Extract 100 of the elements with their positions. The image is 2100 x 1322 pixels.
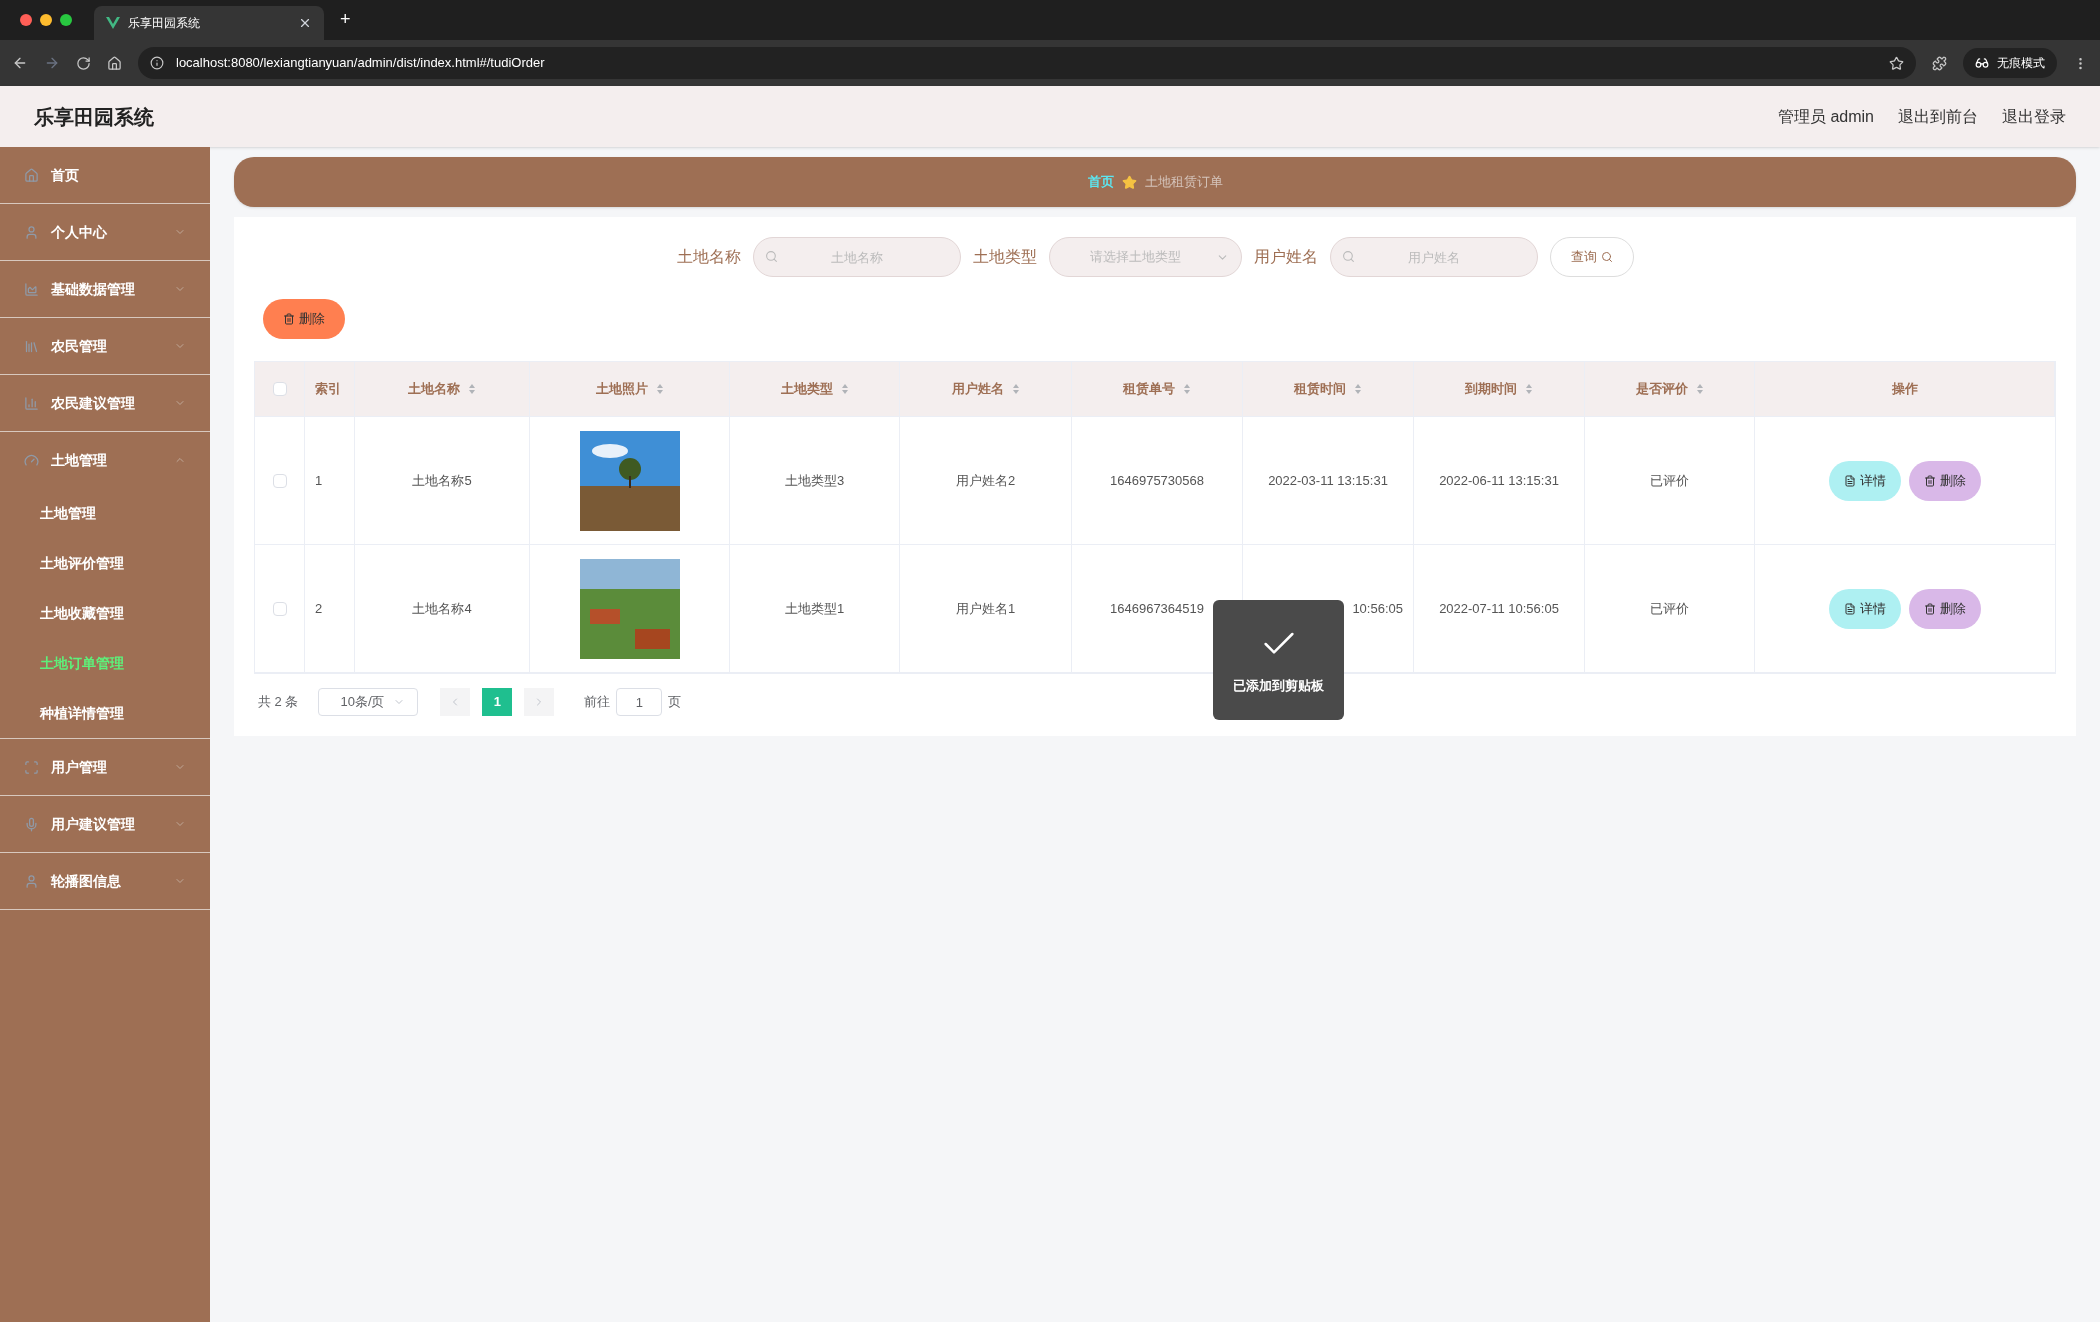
sidebar-item[interactable]: 土地管理 xyxy=(0,432,210,488)
sidebar-subitem[interactable]: 土地评价管理 xyxy=(0,538,210,588)
details-button[interactable]: 详情 xyxy=(1829,588,1901,629)
search-icon xyxy=(764,250,778,263)
trash-icon xyxy=(1924,602,1936,615)
trash-icon xyxy=(1924,474,1936,487)
sidebar-subitem[interactable]: 土地管理 xyxy=(0,488,210,538)
table-cell-text: 用户姓名1 xyxy=(955,599,1016,618)
table-cell-text: 土地名称4 xyxy=(412,599,472,618)
row-delete-button[interactable]: 删除 xyxy=(1909,588,1981,629)
field-label: 土地名称 xyxy=(676,247,741,267)
sidebar-item[interactable]: 个人中心 xyxy=(0,204,210,260)
sort-icon[interactable] xyxy=(1695,383,1704,395)
sidebar-item-icon xyxy=(24,281,39,297)
sidebar-item[interactable]: 基础数据管理 xyxy=(0,261,210,317)
home-icon[interactable] xyxy=(107,55,122,71)
table-cell-text: 1 xyxy=(315,471,323,490)
next-page-button[interactable] xyxy=(524,688,555,716)
table-cell-text: 2022-07-11 10:56:05 xyxy=(1439,599,1559,618)
header-link[interactable]: 退出登录 xyxy=(2002,104,2066,129)
sidebar-item-icon xyxy=(24,452,39,468)
tab-title: 乐享田园系统 xyxy=(128,15,201,32)
address-bar[interactable]: localhost:8080/lexiangtianyuan/admin/dist/index.html#/tudiOrder xyxy=(138,47,1916,79)
sidebar-item-icon xyxy=(24,816,39,832)
sidebar-item-icon xyxy=(24,873,39,889)
incognito-icon xyxy=(1975,56,1989,70)
column-header[interactable]: 土地照片 xyxy=(595,379,664,399)
column-header[interactable]: 租赁时间 xyxy=(1294,379,1362,399)
sidebar-item[interactable]: 农民建议管理 xyxy=(0,375,210,431)
sort-icon[interactable] xyxy=(1525,383,1533,395)
sort-icon[interactable] xyxy=(1183,383,1191,395)
bookmark-icon[interactable] xyxy=(1889,55,1904,71)
sort-icon[interactable] xyxy=(1011,383,1020,395)
incognito-badge[interactable]: 无痕模式 xyxy=(1963,48,2057,78)
query-button[interactable]: 查询 xyxy=(1549,237,1634,277)
row-checkbox[interactable] xyxy=(272,473,287,488)
sort-icon[interactable] xyxy=(840,383,849,395)
back-icon[interactable] xyxy=(12,55,28,71)
field-label: 土地类型 xyxy=(972,247,1037,267)
sort-icon[interactable] xyxy=(655,383,664,395)
delete-button[interactable]: 删除 xyxy=(263,299,345,339)
extension-icon[interactable] xyxy=(1932,55,1947,71)
prev-page-button[interactable] xyxy=(440,688,471,716)
sidebar-item[interactable]: 用户管理 xyxy=(0,739,210,795)
row-delete-button[interactable]: 删除 xyxy=(1909,460,1981,501)
header-link[interactable]: 管理员 admin xyxy=(1777,104,1874,129)
table-cell-text: 10:56:05 xyxy=(1352,599,1403,618)
column-header[interactable]: 到期时间 xyxy=(1465,379,1533,399)
goto-label: 前往 xyxy=(584,693,611,712)
field-label: 用户姓名 xyxy=(1253,247,1318,267)
column-header[interactable]: 土地类型 xyxy=(780,379,849,399)
close-icon[interactable] xyxy=(298,16,312,30)
browser-tab[interactable]: 乐享田园系统 xyxy=(94,6,324,40)
sidebar-subitem[interactable]: 土地收藏管理 xyxy=(0,588,210,638)
column-header[interactable]: 租赁单号 xyxy=(1123,379,1191,399)
breadcrumb-link[interactable]: 首页 xyxy=(1087,172,1114,192)
column-header[interactable]: 索引 xyxy=(315,379,341,399)
table-cell-text: 已评价 xyxy=(1650,599,1689,618)
header-link[interactable]: 退出到前台 xyxy=(1898,104,1978,129)
trash-icon xyxy=(283,313,295,325)
column-header[interactable]: 土地名称 xyxy=(408,379,476,399)
page-button[interactable]: 1 xyxy=(482,688,513,716)
page-number-field[interactable]: 1 xyxy=(616,688,663,716)
reload-icon[interactable] xyxy=(76,55,91,71)
document-icon xyxy=(1844,474,1856,487)
sort-icon[interactable] xyxy=(1354,383,1362,395)
sort-icon[interactable] xyxy=(468,383,476,395)
search-icon xyxy=(1600,251,1613,263)
select-all-checkbox[interactable] xyxy=(272,382,287,396)
star-icon xyxy=(1121,174,1137,190)
table-cell-text: 已评价 xyxy=(1650,471,1689,490)
sidebar-item-icon xyxy=(24,338,39,354)
sidebar-item-icon xyxy=(24,759,39,775)
new-tab-button[interactable]: + xyxy=(332,6,359,40)
url-text: localhost:8080/lexiangtianyuan/admin/dist/index.html#/tudiOrder xyxy=(176,54,545,73)
breadcrumb-link[interactable]: 土地租赁订单 xyxy=(1144,172,1223,192)
sidebar-subitem[interactable]: 种植详情管理 xyxy=(0,688,210,738)
sidebar-subitem[interactable]: 土地订单管理 xyxy=(0,638,210,688)
info-icon[interactable] xyxy=(150,56,164,70)
table-cell-text: 土地类型1 xyxy=(784,599,845,618)
app-title: 乐享田园系统 xyxy=(34,104,154,130)
page-size-select[interactable]: 10条/页 xyxy=(318,688,419,716)
forward-icon[interactable] xyxy=(44,55,60,71)
sidebar-item-icon xyxy=(24,167,39,183)
sidebar-item[interactable]: 用户建议管理 xyxy=(0,796,210,852)
column-header[interactable]: 操作 xyxy=(1891,379,1918,399)
row-checkbox[interactable] xyxy=(272,601,287,616)
table-cell-text: 土地类型3 xyxy=(784,471,845,490)
goto-suffix: 页 xyxy=(668,693,682,712)
toast-message: 已添加到剪贴板 xyxy=(1233,677,1324,696)
document-icon xyxy=(1844,602,1856,615)
table-cell-text: 1646975730568 xyxy=(1110,471,1204,490)
details-button[interactable]: 详情 xyxy=(1829,460,1901,501)
column-header[interactable]: 用户姓名 xyxy=(951,379,1020,399)
table-cell-text: 土地名称5 xyxy=(412,471,472,490)
table-cell-text: 1646967364519 xyxy=(1110,599,1204,618)
sidebar-item[interactable]: 首页 xyxy=(0,147,210,203)
sidebar-item[interactable]: 农民管理 xyxy=(0,318,210,374)
sidebar-item[interactable]: 轮播图信息 xyxy=(0,853,210,909)
column-header[interactable]: 是否评价 xyxy=(1635,379,1704,399)
